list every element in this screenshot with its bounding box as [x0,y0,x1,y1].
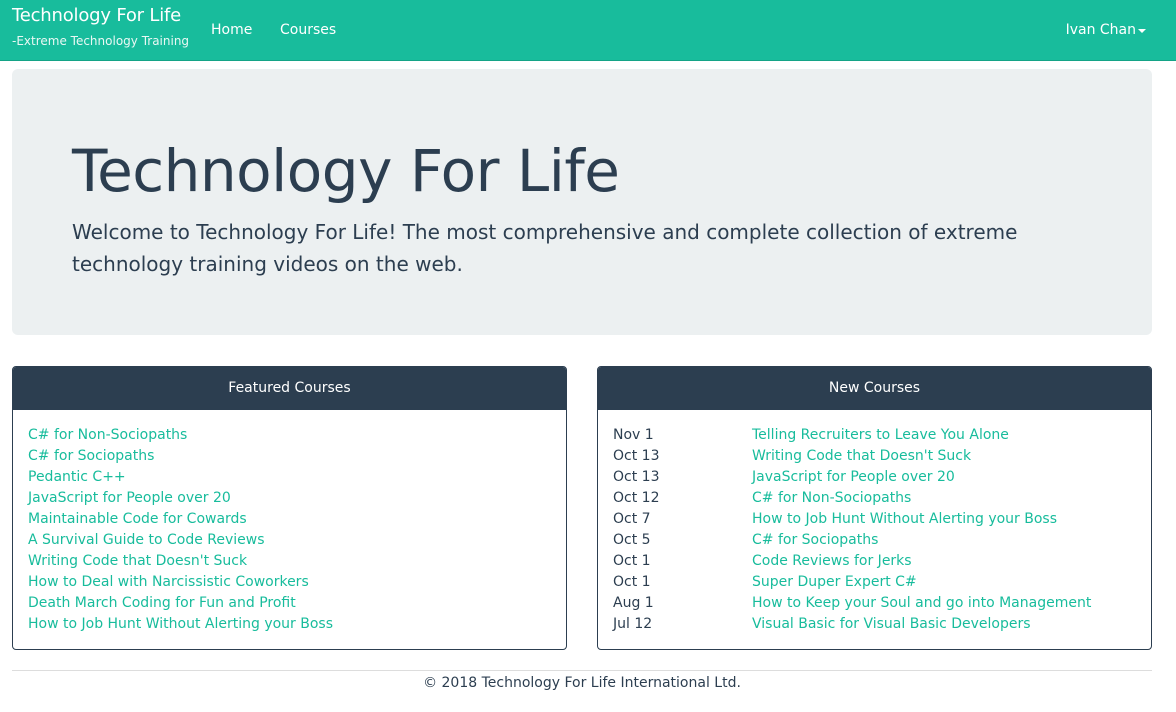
course-date: Oct 7 [613,511,651,527]
course-link[interactable]: C# for Non-Sociopaths [752,490,911,506]
table-row: Oct 1 Code Reviews for Jerks [613,551,1091,572]
course-link[interactable]: A Survival Guide to Code Reviews [28,532,265,548]
table-row: Oct 5 C# for Sociopaths [613,530,1091,551]
course-date: Oct 1 [613,574,651,590]
list-item: Pedantic C++ [28,467,333,488]
course-link[interactable]: How to Job Hunt Without Alerting your Bo… [28,616,333,632]
course-date: Oct 5 [613,532,651,548]
nav-courses-link[interactable]: Courses [280,21,336,39]
new-courses-heading: New Courses [598,367,1151,410]
top-navbar: Technology For Life -Extreme Technology … [0,0,1176,61]
list-item: How to Deal with Narcissistic Coworkers [28,572,333,593]
hero-lead: Welcome to Technology For Life! The most… [72,220,1018,276]
caret-down-icon[interactable] [1138,29,1146,33]
course-link[interactable]: Writing Code that Doesn't Suck [752,448,971,464]
course-link[interactable]: Code Reviews for Jerks [752,553,912,569]
list-item: JavaScript for People over 20 [28,488,333,509]
table-row: Oct 13 JavaScript for People over 20 [613,467,1091,488]
course-link[interactable]: JavaScript for People over 20 [752,469,955,485]
list-item: A Survival Guide to Code Reviews [28,530,333,551]
list-item: Writing Code that Doesn't Suck [28,551,333,572]
footer-divider [12,670,1152,671]
course-link[interactable]: How to Keep your Soul and go into Manage… [752,595,1091,611]
course-link[interactable]: Super Duper Expert C# [752,574,917,590]
course-date: Oct 1 [613,553,651,569]
new-courses-table: Nov 1 Telling Recruiters to Leave You Alo… [613,425,1091,635]
course-link[interactable]: Maintainable Code for Cowards [28,511,247,527]
course-date: Oct 12 [613,490,660,506]
table-row: Oct 12 C# for Non-Sociopaths [613,488,1091,509]
course-date: Oct 13 [613,448,660,464]
course-date: Aug 1 [613,595,654,611]
hero-title: Technology For Life [72,137,620,205]
table-row: Aug 1 How to Keep your Soul and go into M… [613,593,1091,614]
course-link[interactable]: C# for Sociopaths [752,532,878,548]
course-link[interactable]: C# for Sociopaths [28,448,154,464]
brand-link[interactable]: Technology For Life -Extreme Technology … [12,5,189,49]
course-link[interactable]: Pedantic C++ [28,469,126,485]
featured-courses-heading: Featured Courses [13,367,566,410]
nav-home-link[interactable]: Home [211,21,252,39]
table-row: Nov 1 Telling Recruiters to Leave You Alo… [613,425,1091,446]
table-row: Oct 13 Writing Code that Doesn't Suck [613,446,1091,467]
course-link[interactable]: Writing Code that Doesn't Suck [28,553,247,569]
course-link[interactable]: How to Deal with Narcissistic Coworkers [28,574,309,590]
hero-jumbotron: Technology For Life Welcome to Technolog… [12,69,1152,335]
course-date: Oct 13 [613,469,660,485]
list-item: How to Job Hunt Without Alerting your Bo… [28,614,333,635]
list-item: C# for Sociopaths [28,446,333,467]
course-link[interactable]: Telling Recruiters to Leave You Alone [752,427,1009,443]
brand-title: Technology For Life [12,5,182,26]
table-row: Jul 12 Visual Basic for Visual Basic Deve… [613,614,1091,635]
table-row: Oct 7 How to Job Hunt Without Alerting yo… [613,509,1091,530]
featured-courses-list: C# for Non-Sociopaths C# for Sociopaths … [28,425,333,635]
featured-courses-panel: Featured Courses C# for Non-Sociopaths C… [12,366,567,650]
table-row: Oct 1 Super Duper Expert C# [613,572,1091,593]
course-date: Nov 1 [613,427,654,443]
new-courses-panel: New Courses Nov 1 Telling Recruiters to L… [597,366,1152,650]
list-item: Maintainable Code for Cowards [28,509,333,530]
list-item: Death March Coding for Fun and Profit [28,593,333,614]
course-link[interactable]: Visual Basic for Visual Basic Developers [752,616,1031,632]
course-date: Jul 12 [613,616,653,632]
user-menu-toggle[interactable]: Ivan Chan [1066,21,1136,39]
course-link[interactable]: Death March Coding for Fun and Profit [28,595,296,611]
brand-subtitle: -Extreme Technology Training [12,34,190,48]
course-link[interactable]: JavaScript for People over 20 [28,490,231,506]
course-link[interactable]: C# for Non-Sociopaths [28,427,187,443]
course-link[interactable]: How to Job Hunt Without Alerting your Bo… [752,511,1057,527]
footer-copyright: © 2018 Technology For Life International… [423,675,741,691]
list-item: C# for Non-Sociopaths [28,425,333,446]
